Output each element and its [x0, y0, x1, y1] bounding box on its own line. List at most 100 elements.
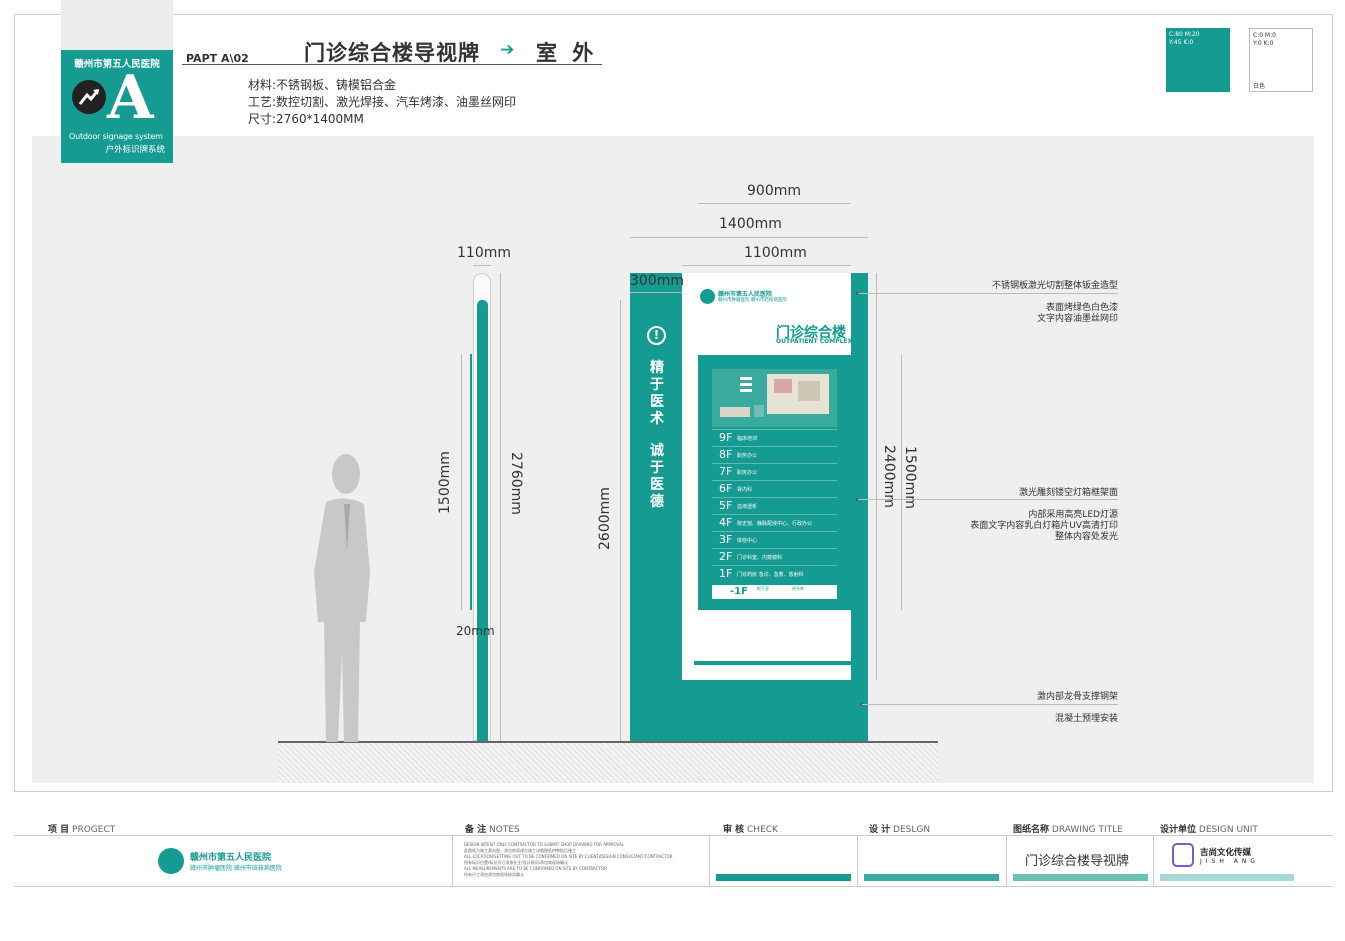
footer-separator — [709, 836, 710, 886]
dim-2600: 2600mm — [597, 487, 613, 550]
floor-row: 6F 肾内科 — [712, 480, 837, 497]
footer-label-cn: 设计单位 — [1160, 825, 1197, 835]
footer-label-en: DRAWING TITLE — [1051, 825, 1123, 835]
dim-line — [901, 355, 902, 610]
floor-desc: 血液透析 — [737, 504, 758, 510]
brand-system-en: Outdoor signage system — [69, 132, 163, 141]
slogan-top: 精于医术 — [650, 360, 664, 427]
floor-number: 5F — [719, 499, 733, 512]
building-title-en: OUTPATIENT COMPLEX — [776, 338, 853, 345]
dim-900: 900mm — [747, 183, 801, 199]
dim-line — [630, 237, 868, 238]
side-view-lightbox-edge — [470, 354, 472, 610]
dim-1500-left: 1500mm — [437, 451, 453, 514]
footer-label-cn: 图纸名称 — [1013, 825, 1050, 835]
footer-drawing-bar — [1013, 874, 1148, 881]
note-silkscreen: 文字内容油墨丝网印 — [1036, 314, 1118, 324]
footer-check-bar — [716, 874, 851, 881]
footer-separator — [1006, 836, 1007, 886]
floor-row: 8F 职务办公 — [712, 446, 837, 463]
floor-row: 1F 门诊药房 急诊、急救、放射科 — [712, 565, 837, 582]
side-view-pole-fill — [477, 300, 488, 741]
note-steel-frame: 激内部龙骨支撑钢架 — [1036, 692, 1118, 702]
floor-desc: 临床培训 — [737, 436, 758, 442]
brand-block: 赣州市第五人民医院 A Outdoor signage system 户外标识牌… — [61, 50, 173, 163]
page-title: 门诊综合楼导视牌 — [304, 41, 480, 65]
footer-label-en: DESLGN — [893, 825, 931, 835]
person-silhouette-icon — [314, 454, 370, 742]
location-label: 室 外 — [536, 41, 598, 65]
dim-line — [682, 265, 851, 266]
callout-line — [858, 293, 1118, 294]
spec-material: 材料:不锈钢板、铸模铝合金 — [248, 78, 397, 92]
brand-letter: A — [107, 63, 154, 133]
floor-desc: 停车库 — [792, 586, 804, 591]
footer-unit-bar — [1160, 874, 1294, 881]
swatch-white-name: 白色 — [1253, 83, 1266, 90]
dim-line — [473, 265, 491, 266]
footer-hospital-name: 赣州市第五人民医院 — [190, 853, 272, 863]
footer-design-label: 设 计 DESLGN — [869, 822, 930, 835]
design-company-en: JISH ANG — [1200, 858, 1260, 865]
note-lightbox-frame: 激光雕刻镂空灯箱框架面 — [1018, 488, 1118, 498]
footer-separator — [857, 836, 858, 886]
footer-check-label: 审 核 CHECK — [723, 822, 778, 835]
footer-drawing-label: 图纸名称 DRAWING TITLE — [1013, 822, 1123, 835]
design-company-logo-icon — [1172, 843, 1194, 867]
footer-notes-label: 备 注 NOTES — [465, 822, 520, 835]
floor-number: 3F — [719, 533, 733, 546]
footer-unit-label: 设计单位 DESIGN UNIT — [1160, 822, 1258, 835]
dim-line — [461, 354, 462, 610]
swatch-green-label: C:80 M:20 Y:45 K:0 — [1169, 31, 1200, 46]
floor-number: 2F — [719, 550, 733, 563]
footer-label-cn: 项 目 — [48, 825, 70, 835]
floor-desc: 院史馆、静脉配液中心、行政办公 — [737, 521, 813, 527]
floor-number: 4F — [719, 516, 733, 529]
spec-process: 工艺:数控切割、激光焊接、汽车烤漆、油墨丝网印 — [248, 95, 517, 109]
ground-line — [278, 741, 938, 743]
floor-desc: 体检中心 — [737, 538, 758, 544]
dim-2760: 2760mm — [508, 452, 524, 515]
footer-hospital-logo-icon — [158, 848, 184, 874]
site-map-image — [712, 369, 837, 427]
footer-divider — [14, 835, 1333, 836]
brand-system-cn: 户外标识牌系统 — [105, 145, 165, 155]
floor-desc: 地下室 — [757, 586, 769, 591]
dim-1100: 1100mm — [744, 245, 807, 261]
footer-label-cn: 备 注 — [465, 825, 487, 835]
footer-divider — [14, 886, 1333, 887]
slogan-bottom: 诚于医德 — [650, 443, 664, 510]
dim-line — [698, 203, 851, 204]
footer-label-en: DESIGN UNIT — [1198, 825, 1258, 835]
floor-row: 5F 血液透析 — [712, 497, 837, 514]
panel-hospital-logo-icon — [700, 289, 715, 304]
footer-drawing-title: 门诊综合楼导视牌 — [1025, 854, 1130, 869]
floor-desc: 门诊科室、内窥镜科 — [737, 555, 783, 561]
swatch-white-label: C:0 M:0 Y:0 K:0 — [1253, 32, 1276, 47]
arrow-right-icon: ➔ — [500, 40, 515, 60]
floor-row: 2F 门诊科室、内窥镜科 — [712, 548, 837, 565]
dim-line — [630, 292, 682, 293]
dim-line — [876, 273, 877, 680]
footer-label-en: NOTES — [489, 825, 520, 835]
floor-number: 7F — [719, 465, 733, 478]
floor-number: -1F — [730, 586, 748, 597]
footer-project-label: 项 目 PROGECT — [48, 822, 115, 835]
floor-row-basement: -1F 地下室 停车库 — [712, 585, 837, 599]
floor-row: 9F 临床培训 — [712, 429, 837, 446]
floor-desc: 职务办公 — [737, 453, 758, 459]
dim-110: 110mm — [457, 245, 511, 261]
info-icon: ! — [647, 326, 666, 345]
floor-desc: 肾内科 — [737, 487, 753, 493]
footer-separator — [1153, 836, 1154, 886]
callout-line — [862, 704, 1118, 705]
notes-line: 所有尺寸须由承包商现场核实确认 — [464, 872, 524, 877]
floor-row: 3F 体检中心 — [712, 531, 837, 548]
note-concrete: 混凝土预埋安装 — [1054, 714, 1118, 724]
panel-accent-bar — [694, 661, 855, 665]
panel-hospital-sub: 赣州市肿瘤医院 赣州市结核病医院 — [718, 298, 787, 303]
dim-300: 300mm — [630, 273, 684, 289]
design-company-name: 吉尚文化传媒 — [1200, 848, 1252, 858]
floor-desc: 职务办公 — [737, 470, 758, 476]
callout-line — [858, 499, 1118, 500]
